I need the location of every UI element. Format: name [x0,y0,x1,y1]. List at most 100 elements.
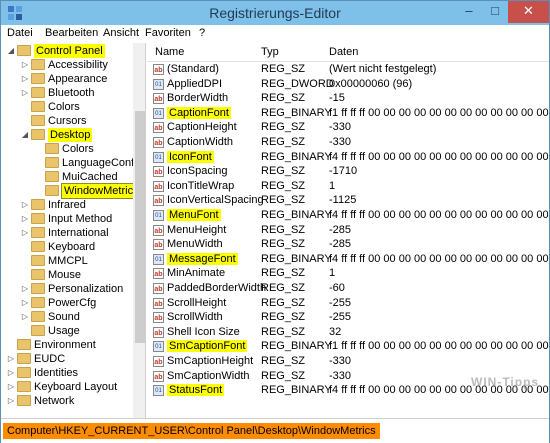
value-name: Shell Icon Size [167,325,240,338]
value-list[interactable]: Name Typ Daten ab (Standard) REG_SZ (Wert n… [147,43,549,418]
tree-scrollbar-thumb[interactable] [135,111,145,343]
value-row[interactable]: ab CaptionHeight REG_SZ -330 [147,121,549,136]
expand-arrow-icon[interactable]: ▷ [7,380,15,394]
value-type: REG_SZ [261,238,306,251]
value-row[interactable]: ab MenuWidth REG_SZ -285 [147,238,549,253]
value-row[interactable]: ab ScrollHeight REG_SZ -255 [147,297,549,312]
tree-item[interactable]: ▷ International [4,226,132,240]
header-name[interactable]: Name [155,46,184,58]
folder-icon [31,213,45,224]
menu-bearbeiten[interactable]: Bearbeiten [45,27,98,39]
value-row[interactable]: ab (Standard) REG_SZ (Wert nicht festgelegt… [147,63,549,78]
tree-item[interactable]: LanguageConfiguration [4,156,145,170]
tree-item[interactable]: ▷ PowerCfg [4,296,132,310]
value-type: REG_SZ [261,282,306,294]
tree-item[interactable]: Usage [4,324,132,338]
value-row[interactable]: ab Shell Icon Size REG_SZ 32 [147,326,549,341]
value-row[interactable]: 01 CaptionFont REG_BINARY f1 ff ff ff 00 00… [147,106,549,122]
string-value-icon: ab [153,312,164,324]
tree-item[interactable]: ▷ EUDC [4,352,132,366]
tree-item[interactable]: ▷ Keyboard Layout [4,380,132,394]
expand-arrow-icon[interactable]: ▷ [21,310,29,324]
menu-datei[interactable]: Datei [7,27,33,39]
expand-arrow-icon[interactable]: ▷ [7,352,15,366]
expand-arrow-icon[interactable]: ▷ [21,296,29,310]
value-row[interactable]: ab IconTitleWrap REG_SZ 1 [147,180,549,195]
tree-item[interactable]: Environment [4,338,132,352]
value-row[interactable]: ab CaptionWidth REG_SZ -330 [147,136,549,151]
tree-scrollbar[interactable] [133,43,145,418]
value-data: -15 [329,92,345,105]
tree-item[interactable]: ▷ Identities [4,366,132,380]
maximize-button[interactable]: □ [482,1,508,23]
expand-arrow-icon[interactable]: ▷ [21,72,29,86]
collapse-arrow-icon[interactable]: ◢ [21,128,29,142]
tree-item[interactable]: ◢ Control Panel [4,44,132,58]
value-type: REG_SZ [261,121,306,134]
value-row[interactable]: 01 IconFont REG_BINARY f4 ff ff ff 00 00 00… [147,150,549,166]
value-row[interactable]: ab IconSpacing REG_SZ -1710 [147,165,549,180]
tree-item[interactable]: Mouse [4,268,132,282]
header-data[interactable]: Daten [329,46,358,58]
minimize-button[interactable]: – [456,1,482,23]
tree-item[interactable]: ▷ Network [4,394,132,408]
string-value-icon: ab [153,283,164,294]
value-row[interactable]: 01 AppliedDPI REG_DWORD 0x00000060 (96) [147,78,549,93]
tree-item[interactable]: ▷ Appearance [4,72,132,86]
menu-ansicht[interactable]: Ansicht [103,27,139,39]
value-name: CaptionHeight [167,121,237,134]
key-tree[interactable]: ▷ Network ▷ Keyboard Layout ▷ Identities ▷ EUDC… [4,43,146,418]
value-row[interactable]: ab PaddedBorderWidth REG_SZ -60 [147,282,549,297]
expand-arrow-icon[interactable]: ▷ [21,226,29,240]
value-row[interactable]: ab SmCaptionHeight REG_SZ -330 [147,355,549,370]
tree-item[interactable]: WindowMetrics [4,183,142,199]
value-name: ScrollWidth [167,311,223,324]
tree-item[interactable]: Cursors [4,114,132,128]
folder-icon [31,241,45,252]
tree-item[interactable]: ▷ Input Method [4,212,132,226]
tree-item[interactable]: ▷ Infrared [4,198,132,212]
value-row[interactable]: 01 MessageFont REG_BINARY f4 ff ff ff 00 00… [147,252,549,268]
expand-arrow-icon[interactable]: ▷ [21,198,29,212]
menu-favoriten[interactable]: Favoriten [145,27,191,39]
expand-arrow-icon[interactable]: ▷ [7,366,15,380]
folder-icon [31,255,45,266]
collapse-arrow-icon[interactable]: ◢ [7,44,15,58]
tree-item-label: International [48,227,109,239]
tree-item[interactable]: ▷ Accessibility [4,58,132,72]
expand-arrow-icon[interactable]: ▷ [21,86,29,100]
expand-arrow-icon[interactable]: ▷ [21,58,29,72]
value-row[interactable]: ab IconVerticalSpacing REG_SZ -1125 [147,194,549,209]
tree-item-label: Accessibility [48,59,108,71]
tree-item[interactable]: MuiCached [4,170,132,184]
header-type[interactable]: Typ [261,46,279,58]
value-data: -255 [329,311,352,324]
tree-item[interactable]: ◢ Desktop [4,128,132,142]
tree-item-label: Environment [34,339,96,351]
value-row[interactable]: ab BorderWidth REG_SZ -15 [147,92,549,107]
value-row[interactable]: ab ScrollWidth REG_SZ -255 [147,311,549,326]
value-row[interactable]: ab MenuHeight REG_SZ -285 [147,224,549,239]
value-type: REG_SZ [261,179,306,192]
value-row[interactable]: 01 SmCaptionFont REG_BINARY f1 ff ff ff 00 … [147,340,549,355]
value-row[interactable]: 01 MenuFont REG_BINARY f4 ff ff ff 00 00 00… [147,209,549,224]
tree-item[interactable]: Keyboard [4,240,132,254]
value-type: REG_SZ [261,369,306,382]
menu-help[interactable]: ? [199,27,205,39]
tree-item[interactable]: ▷ Personalization [4,282,132,296]
tree-item[interactable]: ▷ Sound [4,310,132,324]
title-bar[interactable]: Registrierungs-Editor – □ ✕ [1,1,549,25]
value-row[interactable]: ab MinAnimate REG_SZ 1 [147,267,549,282]
folder-icon [45,185,59,196]
tree-item[interactable]: Colors [4,142,132,156]
value-data: f4 ff ff ff 00 00 00 00 00 00 00 00 00 0… [329,209,549,221]
close-button[interactable]: ✕ [508,1,549,23]
tree-item[interactable]: ▷ Bluetooth [4,86,132,100]
folder-icon [31,325,45,336]
tree-item[interactable]: Colors [4,100,132,114]
expand-arrow-icon[interactable]: ▷ [7,394,15,408]
menu-bar: Datei Bearbeiten Ansicht Favoriten ? [1,25,549,43]
expand-arrow-icon[interactable]: ▷ [21,212,29,226]
expand-arrow-icon[interactable]: ▷ [21,282,29,296]
tree-item[interactable]: MMCPL [4,254,132,268]
